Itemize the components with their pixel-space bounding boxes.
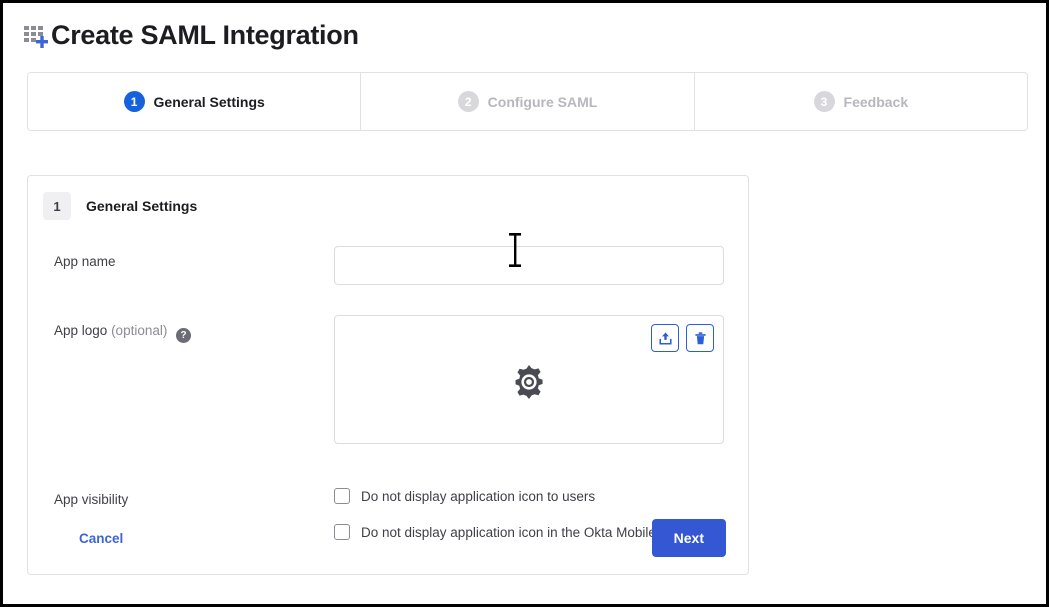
tab-label-general-settings: General Settings	[154, 94, 265, 110]
upload-icon	[658, 331, 673, 346]
field-row-app-name: App name	[28, 246, 748, 285]
tab-configure-saml[interactable]: 2 Configure SAML	[361, 73, 694, 130]
page-title: Create SAML Integration	[51, 22, 359, 49]
gear-icon	[510, 363, 548, 401]
app-logo-actions	[651, 324, 714, 352]
add-app-grid-icon	[23, 23, 49, 51]
app-window: Create SAML Integration 1 General Settin…	[0, 0, 1049, 607]
tab-feedback[interactable]: 3 Feedback	[695, 73, 1027, 130]
label-app-name: App name	[54, 246, 334, 285]
control-app-logo	[334, 315, 748, 444]
label-app-logo: App logo (optional) ?	[54, 315, 334, 444]
tab-badge-3: 3	[814, 91, 835, 112]
tab-badge-2: 2	[458, 91, 479, 112]
delete-logo-button[interactable]	[686, 324, 714, 352]
card-footer: Cancel Next	[28, 502, 748, 574]
field-row-app-logo: App logo (optional) ?	[28, 315, 748, 444]
card-title: General Settings	[86, 198, 197, 214]
upload-logo-button[interactable]	[651, 324, 679, 352]
tab-label-configure-saml: Configure SAML	[488, 94, 598, 110]
control-app-name	[334, 246, 748, 285]
label-app-logo-optional: (optional)	[111, 323, 167, 338]
app-name-input[interactable]	[334, 246, 724, 285]
page-header: Create SAML Integration	[23, 19, 359, 51]
card-header: 1 General Settings	[28, 176, 748, 220]
trash-icon	[693, 331, 708, 346]
step-number-badge: 1	[43, 192, 71, 220]
next-button[interactable]: Next	[652, 519, 726, 557]
label-app-logo-text: App logo	[54, 323, 107, 338]
tab-label-feedback: Feedback	[844, 94, 909, 110]
wizard-stepper: 1 General Settings 2 Configure SAML 3 Fe…	[27, 72, 1028, 131]
app-logo-dropzone[interactable]	[334, 315, 724, 444]
question-mark-icon[interactable]: ?	[176, 328, 191, 343]
cancel-link[interactable]: Cancel	[79, 531, 123, 546]
tab-badge-1: 1	[124, 91, 145, 112]
tab-general-settings[interactable]: 1 General Settings	[28, 73, 361, 130]
general-settings-card: 1 General Settings App name App logo (op…	[27, 175, 749, 575]
